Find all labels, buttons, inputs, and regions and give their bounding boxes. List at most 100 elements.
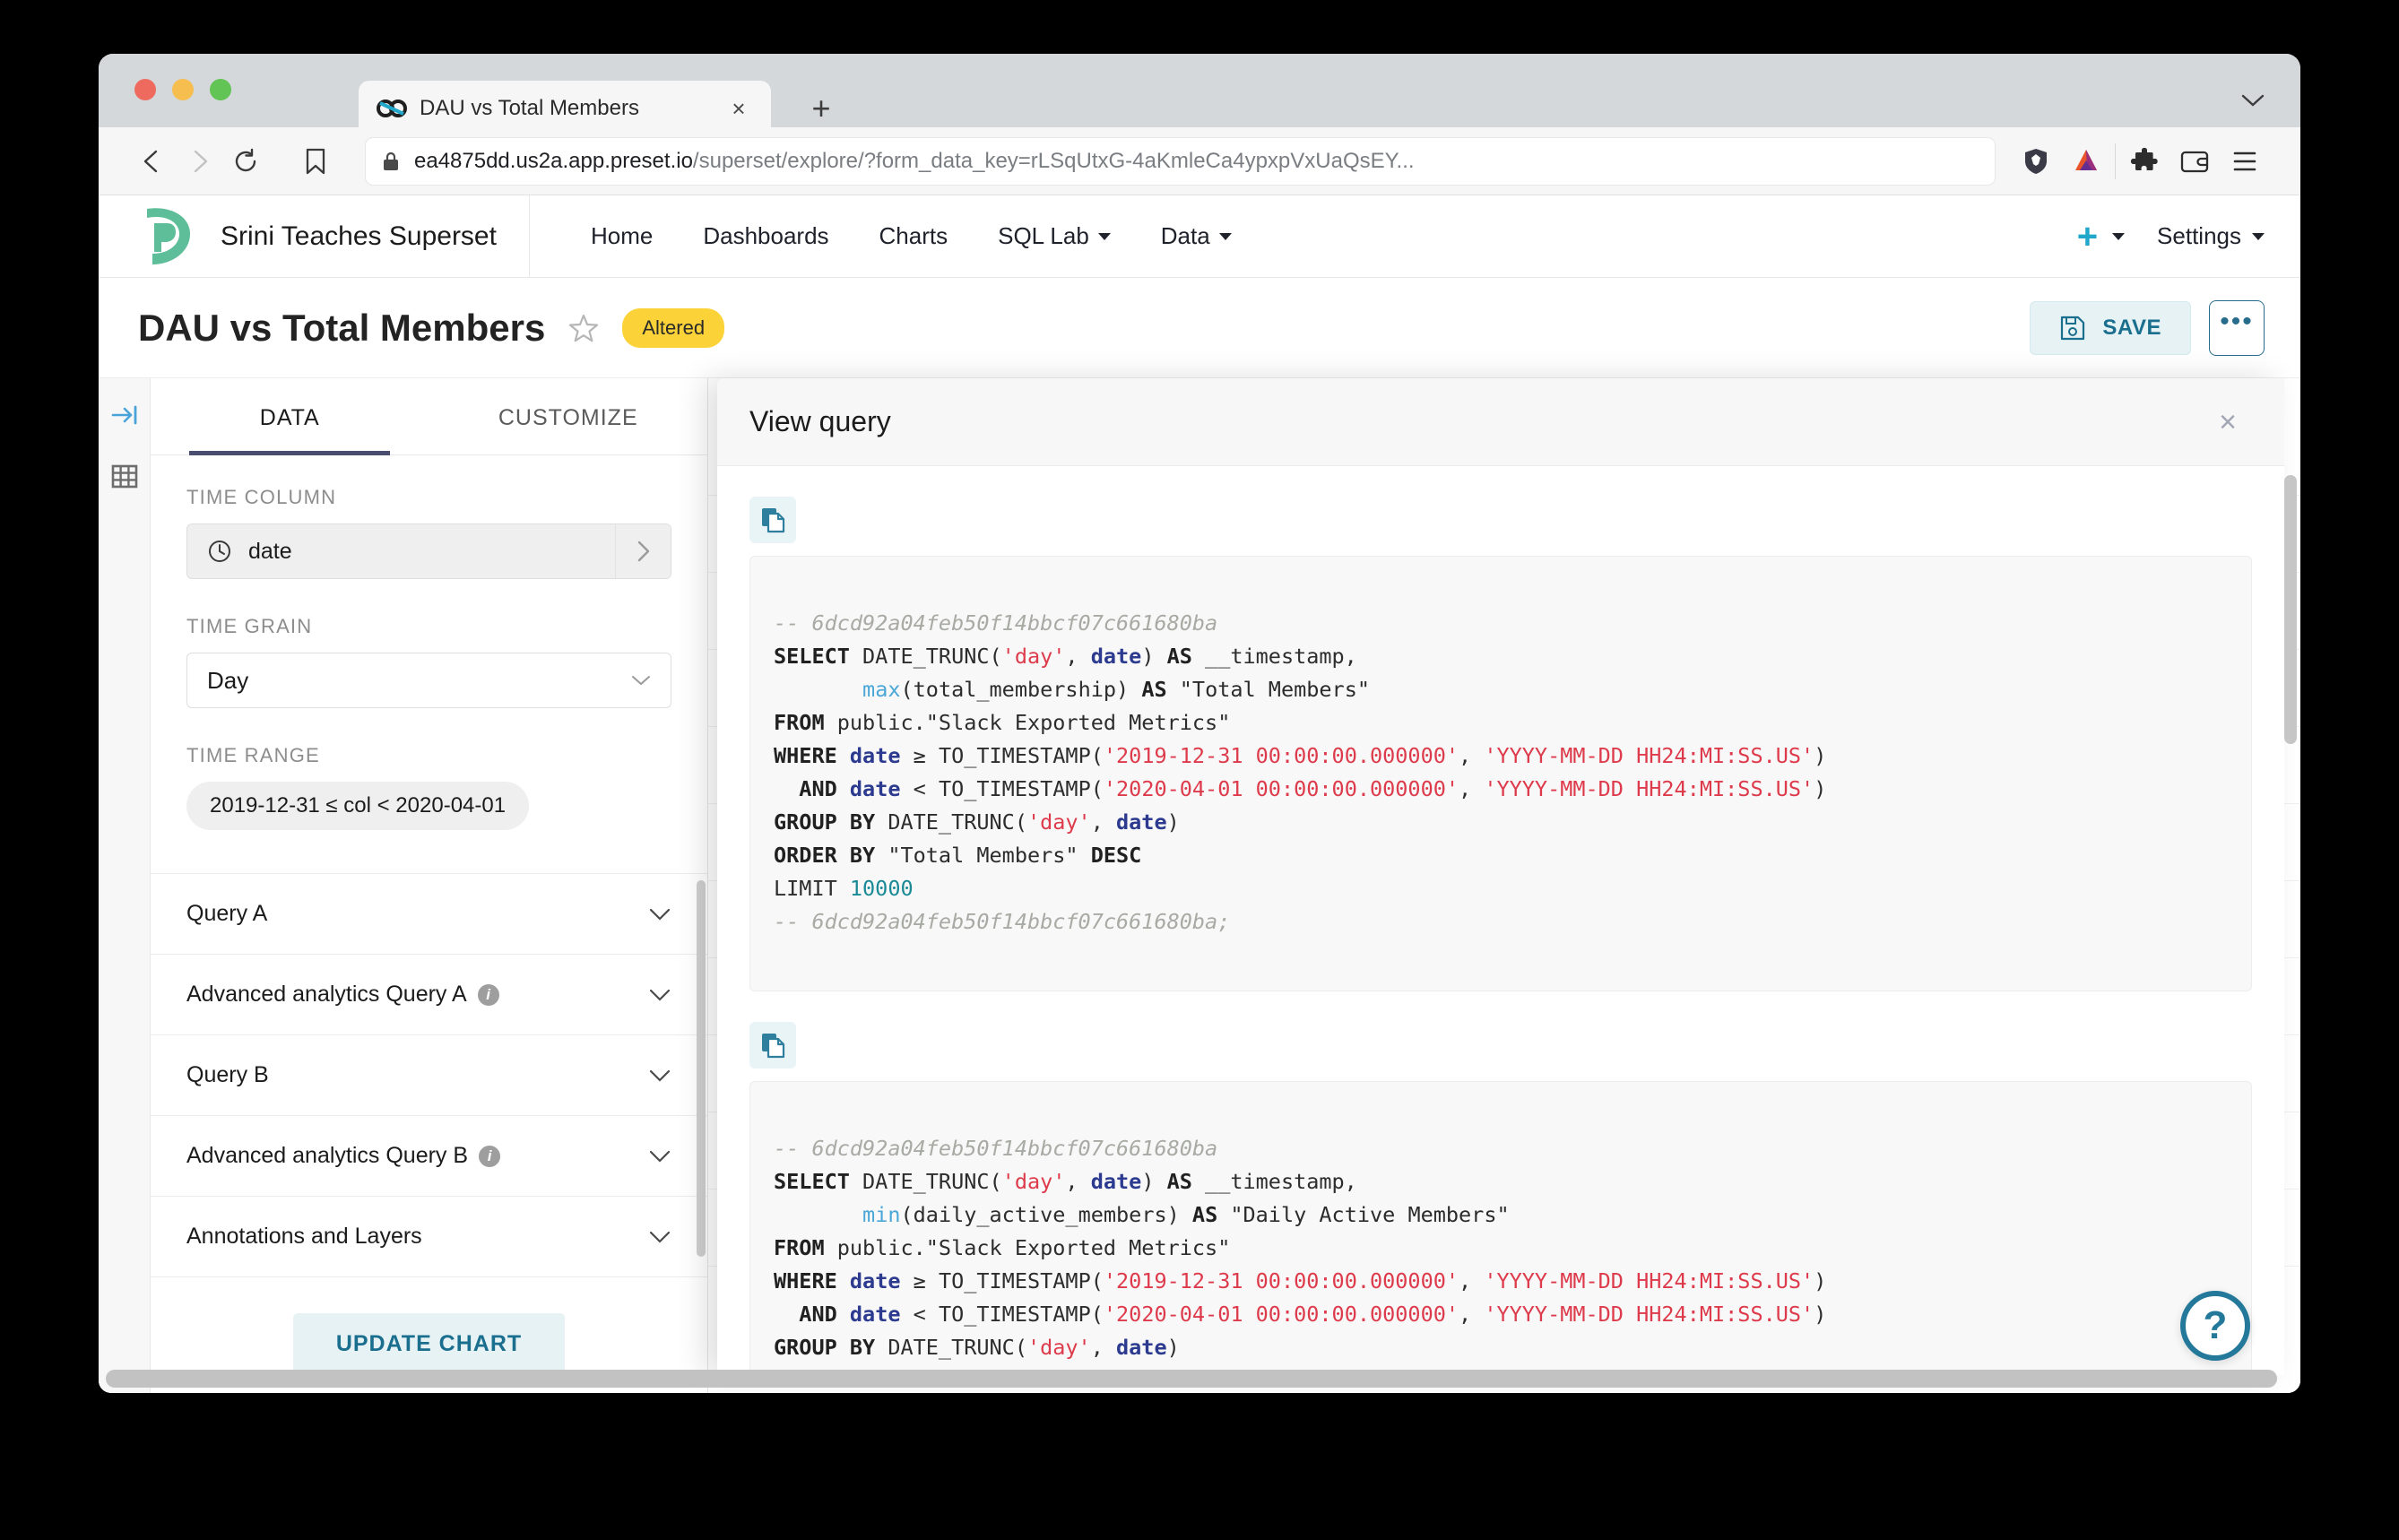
nav-item-home[interactable]: Home bbox=[566, 222, 678, 250]
time-grain-value: Day bbox=[207, 666, 249, 694]
bookmark-icon[interactable] bbox=[292, 138, 339, 185]
section-label: Advanced analytics Query B bbox=[186, 1143, 469, 1168]
chevron-down-icon bbox=[632, 676, 650, 686]
time-grain-control: TIME GRAIN Day bbox=[186, 615, 671, 708]
header-actions: SAVE ••• bbox=[2030, 299, 2265, 356]
tab-data[interactable]: DATA bbox=[151, 378, 429, 455]
page-viewport: Srini Teaches Superset Home Dashboards C… bbox=[99, 195, 2300, 1393]
table-grid-icon[interactable] bbox=[109, 461, 140, 491]
chevron-right-icon[interactable] bbox=[615, 524, 671, 578]
toolbar-divider bbox=[2115, 143, 2116, 179]
browser-tab-strip: DAU vs Total Members × + bbox=[99, 54, 2300, 136]
browser-tab-title: DAU vs Total Members bbox=[420, 96, 639, 120]
chevron-down-icon bbox=[649, 908, 671, 921]
horizontal-scrollbar[interactable] bbox=[106, 1370, 2277, 1388]
section-query-a[interactable]: Query A bbox=[151, 874, 707, 955]
url-host: ea4875dd.us2a.app.preset.io bbox=[414, 148, 693, 173]
info-icon[interactable]: i bbox=[477, 983, 499, 1006]
modal-body: -- 6dcd92a04feb50f14bbcf07c661680ba SELE… bbox=[717, 466, 2284, 1375]
status-badge: Altered bbox=[622, 307, 725, 348]
brand-name[interactable]: Srini Teaches Superset bbox=[221, 221, 497, 252]
minimize-window-button[interactable] bbox=[172, 79, 194, 100]
reload-icon[interactable] bbox=[222, 138, 269, 185]
help-button[interactable]: ? bbox=[2180, 1291, 2250, 1361]
close-window-button[interactable] bbox=[134, 79, 156, 100]
extensions-icon[interactable] bbox=[2119, 138, 2169, 185]
chevron-down-icon bbox=[649, 1069, 671, 1082]
chevron-down-icon[interactable] bbox=[2112, 232, 2126, 240]
menu-icon[interactable] bbox=[2220, 138, 2270, 185]
section-advanced-analytics-query-b[interactable]: Advanced analytics Query B i bbox=[151, 1116, 707, 1197]
nav-label: Charts bbox=[879, 222, 948, 249]
save-icon bbox=[2061, 316, 2085, 340]
time-grain-select[interactable]: Day bbox=[186, 653, 671, 708]
chevron-down-icon bbox=[2252, 232, 2265, 240]
time-range-control: TIME RANGE 2019-12-31 ≤ col < 2020-04-01 bbox=[186, 744, 671, 830]
address-bar[interactable]: ea4875dd.us2a.app.preset.io/superset/exp… bbox=[366, 137, 1995, 185]
chevron-down-icon bbox=[1218, 232, 1232, 240]
copy-icon bbox=[762, 1034, 785, 1059]
section-label: Annotations and Layers bbox=[186, 1224, 422, 1249]
preset-logo-icon[interactable] bbox=[131, 203, 201, 270]
control-panel: DATA CUSTOMIZE TIME COLUMN date TIME GRA… bbox=[151, 378, 708, 1393]
section-advanced-analytics-query-a[interactable]: Advanced analytics Query A i bbox=[151, 955, 707, 1035]
sql-text: -- 6dcd92a04feb50f14bbcf07c661680ba SELE… bbox=[774, 610, 1827, 934]
add-new-button[interactable]: + bbox=[2072, 219, 2103, 255]
new-tab-button[interactable]: + bbox=[803, 91, 839, 127]
maximize-window-button[interactable] bbox=[210, 79, 231, 100]
update-chart-button[interactable]: UPDATE CHART bbox=[292, 1313, 566, 1375]
brave-rewards-icon[interactable] bbox=[2061, 138, 2111, 185]
brave-shield-icon[interactable] bbox=[2011, 138, 2061, 185]
section-query-b[interactable]: Query B bbox=[151, 1035, 707, 1116]
time-range-value[interactable]: 2019-12-31 ≤ col < 2020-04-01 bbox=[186, 782, 530, 830]
modal-header: View query × bbox=[717, 378, 2284, 466]
sql-block-query-b[interactable]: -- 6dcd92a04feb50f14bbcf07c661680ba SELE… bbox=[749, 1081, 2252, 1375]
back-icon[interactable] bbox=[129, 138, 176, 185]
chevron-down-icon bbox=[1097, 232, 1111, 240]
panel-scrollbar[interactable] bbox=[697, 880, 706, 1257]
browser-toolbar: ea4875dd.us2a.app.preset.io/superset/exp… bbox=[99, 127, 2300, 195]
chevron-down-icon[interactable] bbox=[2241, 93, 2265, 108]
nav-item-data[interactable]: Data bbox=[1136, 222, 1257, 250]
chevron-down-icon bbox=[649, 989, 671, 1001]
panel-sections: Query A Advanced analytics Query A i Que… bbox=[151, 873, 707, 1277]
nav-item-charts[interactable]: Charts bbox=[854, 222, 974, 250]
close-tab-button[interactable]: × bbox=[724, 94, 753, 123]
page-scrollbar[interactable] bbox=[2284, 475, 2297, 744]
chart-header: DAU vs Total Members Altered SAVE ••• bbox=[99, 278, 2300, 378]
time-column-value-wrap: date bbox=[187, 524, 615, 578]
explore-body: DATA CUSTOMIZE TIME COLUMN date TIME GRA… bbox=[99, 378, 2300, 1393]
collapse-panel-icon[interactable] bbox=[109, 400, 140, 430]
copy-query-button[interactable] bbox=[749, 497, 796, 543]
window-controls bbox=[134, 79, 231, 100]
chevron-down-icon bbox=[649, 1150, 671, 1163]
nav-label: SQL Lab bbox=[998, 222, 1089, 249]
copy-icon bbox=[762, 508, 785, 533]
sql-block-query-a[interactable]: -- 6dcd92a04feb50f14bbcf07c661680ba SELE… bbox=[749, 556, 2252, 991]
nav-item-dashboards[interactable]: Dashboards bbox=[678, 222, 853, 250]
save-label: SAVE bbox=[2102, 315, 2161, 340]
time-column-control: TIME COLUMN date bbox=[186, 486, 671, 579]
modal-title: View query bbox=[749, 405, 891, 437]
close-modal-button[interactable]: × bbox=[2207, 402, 2248, 443]
copy-query-button-b[interactable] bbox=[749, 1022, 796, 1068]
clock-icon bbox=[209, 541, 230, 562]
info-icon[interactable]: i bbox=[479, 1145, 501, 1167]
tab-customize[interactable]: CUSTOMIZE bbox=[429, 378, 708, 454]
settings-menu[interactable]: Settings bbox=[2157, 222, 2265, 250]
settings-label: Settings bbox=[2157, 222, 2241, 249]
more-options-button[interactable]: ••• bbox=[2209, 299, 2265, 356]
save-button[interactable]: SAVE bbox=[2030, 300, 2191, 355]
time-range-label: TIME RANGE bbox=[186, 744, 320, 766]
nav-links: Home Dashboards Charts SQL Lab Data bbox=[566, 222, 1257, 250]
section-label: Query B bbox=[186, 1062, 269, 1087]
panel-controls: TIME COLUMN date TIME GRAIN Day TIME RAN… bbox=[151, 455, 707, 866]
nav-item-sql-lab[interactable]: SQL Lab bbox=[973, 222, 1136, 250]
time-column-field[interactable]: date bbox=[186, 523, 671, 579]
lock-icon bbox=[384, 151, 398, 170]
forward-icon bbox=[176, 138, 222, 185]
page-title: DAU vs Total Members bbox=[138, 306, 546, 349]
wallet-icon[interactable] bbox=[2169, 138, 2220, 185]
favorite-star-icon[interactable] bbox=[568, 313, 599, 343]
section-annotations-and-layers[interactable]: Annotations and Layers bbox=[151, 1197, 707, 1277]
